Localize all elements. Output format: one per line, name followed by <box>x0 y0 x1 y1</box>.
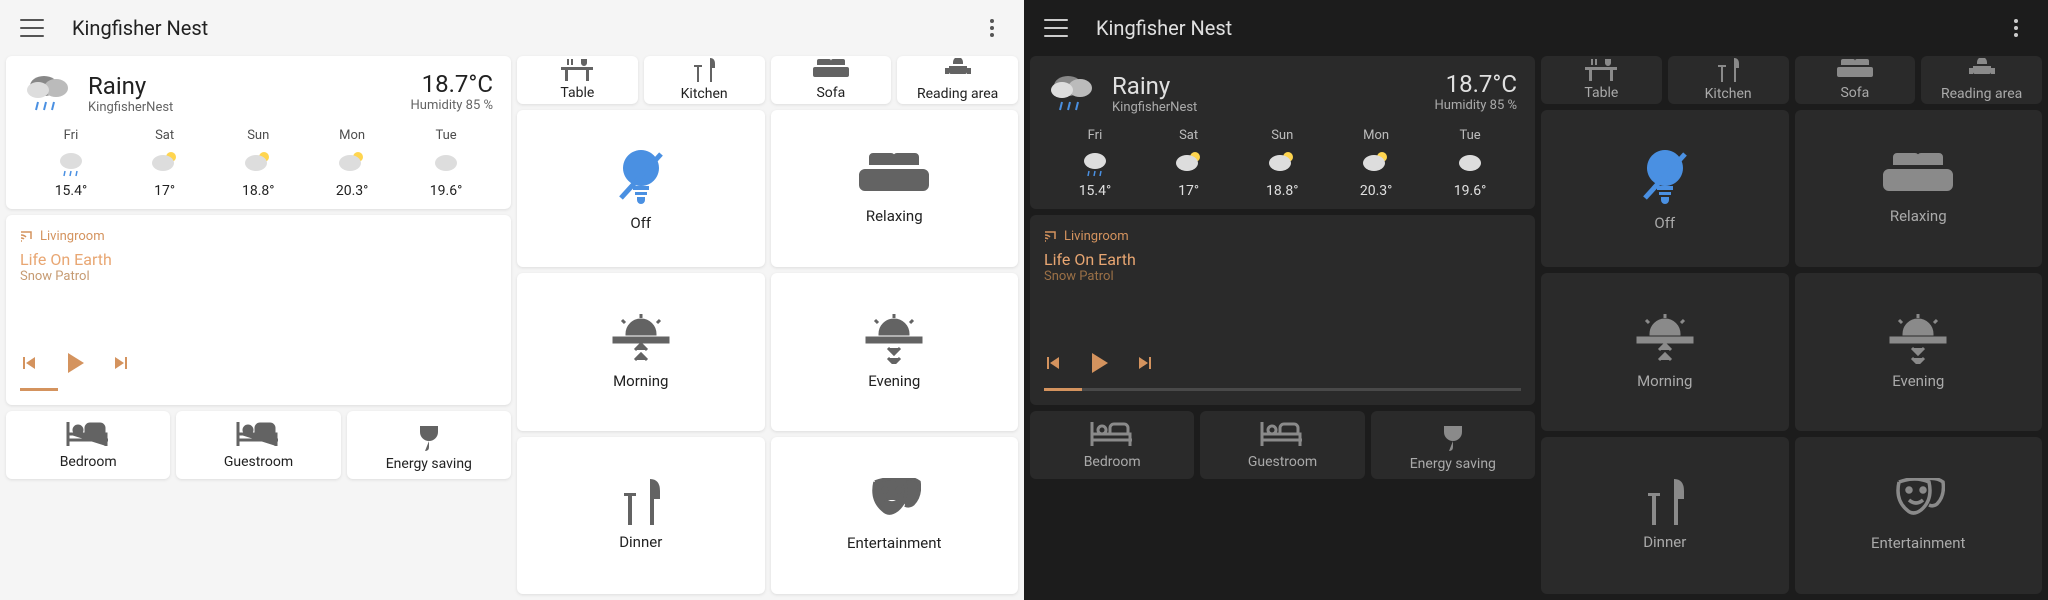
morning-scene[interactable]: Morning <box>517 273 765 430</box>
relaxing-scene[interactable]: Relaxing <box>771 110 1019 267</box>
weather-humidity: Humidity 85 % <box>411 98 493 113</box>
weather-temp: 18.7°C <box>1435 70 1517 98</box>
next-icon[interactable] <box>1136 354 1154 372</box>
app-header: Kingfisher Nest <box>0 0 1024 56</box>
bedroom-tile[interactable]: Bedroom <box>1030 411 1194 479</box>
page-title: Kingfisher Nest <box>1096 16 1232 40</box>
overflow-menu-icon[interactable] <box>980 16 1004 40</box>
entertainment-scene[interactable]: Entertainment <box>771 437 1019 594</box>
table-tile[interactable]: Table <box>517 56 638 104</box>
guestroom-tile[interactable]: Guestroom <box>176 411 340 479</box>
weather-location: KingfisherNest <box>88 100 173 115</box>
next-icon[interactable] <box>112 354 130 372</box>
weather-temp: 18.7°C <box>411 70 493 98</box>
media-artist: Snow Patrol <box>1044 269 1521 284</box>
media-title: Life On Earth <box>20 250 497 269</box>
app-header: Kingfisher Nest <box>1024 0 2048 56</box>
energy-tile[interactable]: Energy saving <box>347 411 511 479</box>
dinner-scene[interactable]: Dinner <box>517 437 765 594</box>
forecast-day[interactable]: Mon20.3° <box>336 128 369 199</box>
rainy-icon <box>1048 70 1098 116</box>
kitchen-tile[interactable]: Kitchen <box>1668 56 1789 104</box>
progress-bar[interactable] <box>1044 388 1521 391</box>
forecast-day[interactable]: Sat17° <box>1173 128 1205 199</box>
forecast-row: Fri15.4° Sat17° Sun18.8° Mon20.3° Tue19.… <box>1048 128 1517 199</box>
reading-tile[interactable]: Reading area <box>1921 56 2042 104</box>
overflow-menu-icon[interactable] <box>2004 16 2028 40</box>
forecast-day[interactable]: Sun18.8° <box>1266 128 1299 199</box>
forecast-day[interactable]: Mon20.3° <box>1360 128 1393 199</box>
menu-icon[interactable] <box>1044 19 1068 37</box>
weather-condition: Rainy <box>88 72 173 100</box>
relaxing-scene[interactable]: Relaxing <box>1795 110 2043 267</box>
prev-icon[interactable] <box>1044 354 1062 372</box>
progress-bar[interactable] <box>20 388 497 391</box>
reading-tile[interactable]: Reading area <box>897 56 1018 104</box>
media-room: Livingroom <box>20 229 497 244</box>
evening-scene[interactable]: Evening <box>771 273 1019 430</box>
bedroom-tile[interactable]: Bedroom <box>6 411 170 479</box>
play-icon[interactable] <box>62 350 88 376</box>
dinner-scene[interactable]: Dinner <box>1541 437 1789 594</box>
kitchen-tile[interactable]: Kitchen <box>644 56 765 104</box>
off-scene[interactable]: Off <box>517 110 765 267</box>
menu-icon[interactable] <box>20 19 44 37</box>
weather-card[interactable]: Rainy KingfisherNest 18.7°C Humidity 85 … <box>6 56 511 209</box>
media-card[interactable]: Livingroom Life On Earth Snow Patrol <box>6 215 511 405</box>
evening-scene[interactable]: Evening <box>1795 273 2043 430</box>
forecast-day[interactable]: Fri15.4° <box>55 128 88 199</box>
guestroom-tile[interactable]: Guestroom <box>1200 411 1364 479</box>
entertainment-scene[interactable]: Entertainment <box>1795 437 2043 594</box>
forecast-day[interactable]: Sun18.8° <box>242 128 275 199</box>
forecast-day[interactable]: Fri15.4° <box>1079 128 1112 199</box>
off-scene[interactable]: Off <box>1541 110 1789 267</box>
table-tile[interactable]: Table <box>1541 56 1662 104</box>
morning-scene[interactable]: Morning <box>1541 273 1789 430</box>
sofa-tile[interactable]: Sofa <box>771 56 892 104</box>
weather-location: KingfisherNest <box>1112 100 1197 115</box>
weather-condition: Rainy <box>1112 72 1197 100</box>
energy-tile[interactable]: Energy saving <box>1371 411 1535 479</box>
forecast-day[interactable]: Tue19.6° <box>1454 128 1487 199</box>
rainy-icon <box>24 70 74 116</box>
forecast-row: Fri15.4° Sat17° Sun18.8° Mon20.3° Tue19.… <box>24 128 493 199</box>
weather-humidity: Humidity 85 % <box>1435 98 1517 113</box>
play-icon[interactable] <box>1086 350 1112 376</box>
forecast-day[interactable]: Tue19.6° <box>430 128 463 199</box>
weather-card[interactable]: Rainy KingfisherNest 18.7°C Humidity 85 … <box>1030 56 1535 209</box>
media-card[interactable]: Livingroom Life On Earth Snow Patrol <box>1030 215 1535 405</box>
sofa-tile[interactable]: Sofa <box>1795 56 1916 104</box>
page-title: Kingfisher Nest <box>72 16 208 40</box>
media-room: Livingroom <box>1044 229 1521 244</box>
prev-icon[interactable] <box>20 354 38 372</box>
forecast-day[interactable]: Sat17° <box>149 128 181 199</box>
media-title: Life On Earth <box>1044 250 1521 269</box>
media-artist: Snow Patrol <box>20 269 497 284</box>
